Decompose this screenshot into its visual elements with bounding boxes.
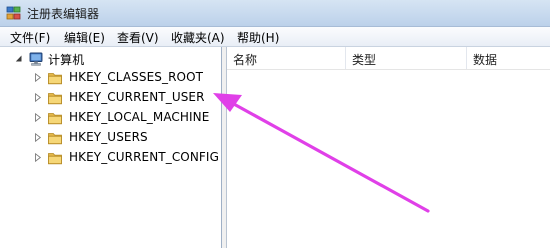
column-header-label: 名称: [233, 53, 258, 67]
tree-root-computer[interactable]: 计算机: [15, 50, 215, 68]
tree-key-row[interactable]: HKEY_CLASSES_ROOT: [34, 69, 219, 87]
column-header-type[interactable]: 类型: [346, 47, 467, 69]
tree-root-label: 计算机: [48, 53, 85, 67]
tree-key-label: HKEY_CLASSES_ROOT: [69, 70, 204, 84]
folder-icon: [48, 93, 62, 105]
menu-favorites[interactable]: 收藏夹(A): [169, 29, 227, 46]
tree-key-label: HKEY_USERS: [69, 130, 148, 144]
folder-icon: [48, 113, 62, 125]
folder-icon: [48, 133, 62, 145]
folder-icon: [48, 153, 62, 165]
tree-key-label: HKEY_CURRENT_USER: [69, 90, 205, 104]
expand-arrow-icon[interactable]: [34, 113, 42, 122]
menu-file[interactable]: 文件(F): [8, 29, 52, 46]
column-header-name[interactable]: 名称: [227, 47, 346, 69]
expand-arrow-icon[interactable]: [34, 73, 42, 82]
computer-icon: [29, 52, 43, 66]
header-divider: [227, 69, 550, 70]
title-bar: 注册表编辑器: [0, 0, 550, 27]
window-title: 注册表编辑器: [27, 7, 100, 21]
column-header-label: 类型: [352, 53, 377, 67]
tree-key-row[interactable]: HKEY_CURRENT_CONFIG: [34, 149, 219, 167]
collapse-arrow-icon[interactable]: [15, 54, 23, 63]
menu-view[interactable]: 查看(V): [115, 29, 161, 46]
tree-key-row[interactable]: HKEY_CURRENT_USER: [34, 89, 219, 107]
values-list[interactable]: 名称 类型 数据: [227, 47, 550, 248]
tree-key-label: HKEY_LOCAL_MACHINE: [69, 110, 210, 124]
folder-icon: [48, 73, 62, 85]
menu-bar: 文件(F) 编辑(E) 查看(V) 收藏夹(A) 帮助(H): [0, 27, 550, 47]
expand-arrow-icon[interactable]: [34, 133, 42, 142]
column-header-label: 数据: [473, 53, 498, 67]
expand-arrow-icon[interactable]: [34, 153, 42, 162]
tree-key-row[interactable]: HKEY_LOCAL_MACHINE: [34, 109, 219, 127]
tree-key-label: HKEY_CURRENT_CONFIG: [69, 150, 219, 164]
registry-tree[interactable]: 计算机 HKEY_CLASSES_ROOT HKEY_CURRENT_USER …: [1, 47, 222, 248]
expand-arrow-icon[interactable]: [34, 93, 42, 102]
registry-editor-icon: [6, 6, 21, 20]
column-header-data[interactable]: 数据: [467, 47, 550, 69]
menu-help[interactable]: 帮助(H): [235, 29, 281, 46]
menu-edit[interactable]: 编辑(E): [62, 29, 107, 46]
tree-key-row[interactable]: HKEY_USERS: [34, 129, 219, 147]
